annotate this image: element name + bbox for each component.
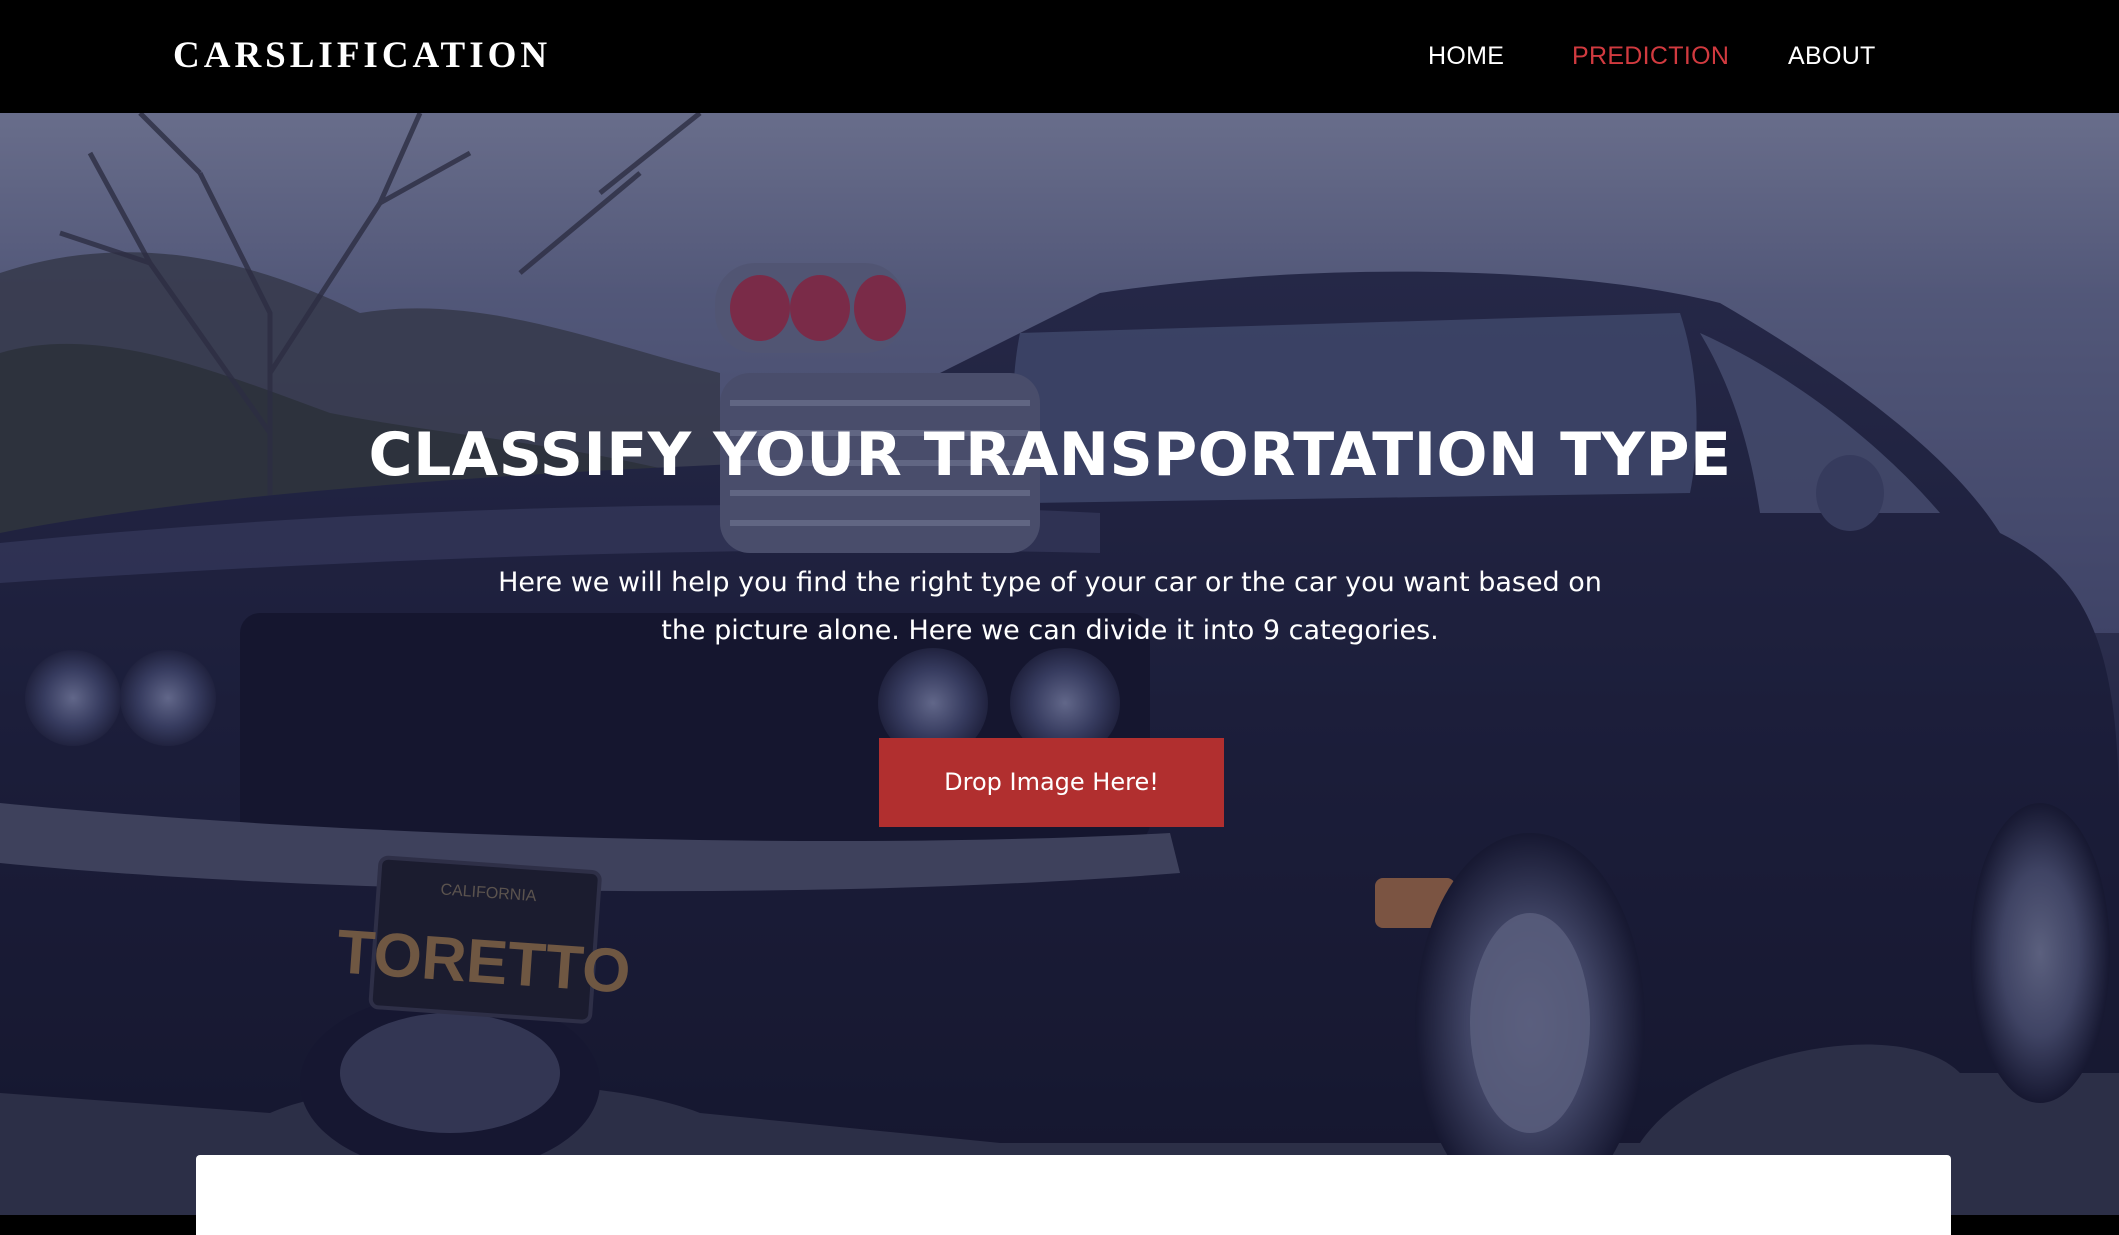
nav-home-link[interactable]: HOME [1428,39,1504,73]
nav-prediction-link[interactable]: PREDICTION [1572,39,1729,73]
hero-description-line-1: Here we will help you find the right typ… [498,567,1602,598]
top-navbar: CARSLIFICATION HOME PREDICTION ABOUT [0,0,2119,113]
hero-section: CALIFORNIA TORETTO CLASSIFY YOUR TRANSPO… [0,113,2119,1215]
hero-description-line-2: the picture alone. Here we can divide it… [661,615,1439,646]
nav-about-link[interactable]: ABOUT [1788,39,1876,73]
brand-logo[interactable]: CARSLIFICATION [173,34,551,78]
hero-dark-overlay [0,113,2119,1215]
hero-description: Here we will help you find the right typ… [490,559,1610,655]
drop-image-button[interactable]: Drop Image Here! [879,738,1224,827]
hero-title: CLASSIFY YOUR TRANSPORTATION TYPE [368,420,1732,490]
content-card [196,1155,1951,1235]
